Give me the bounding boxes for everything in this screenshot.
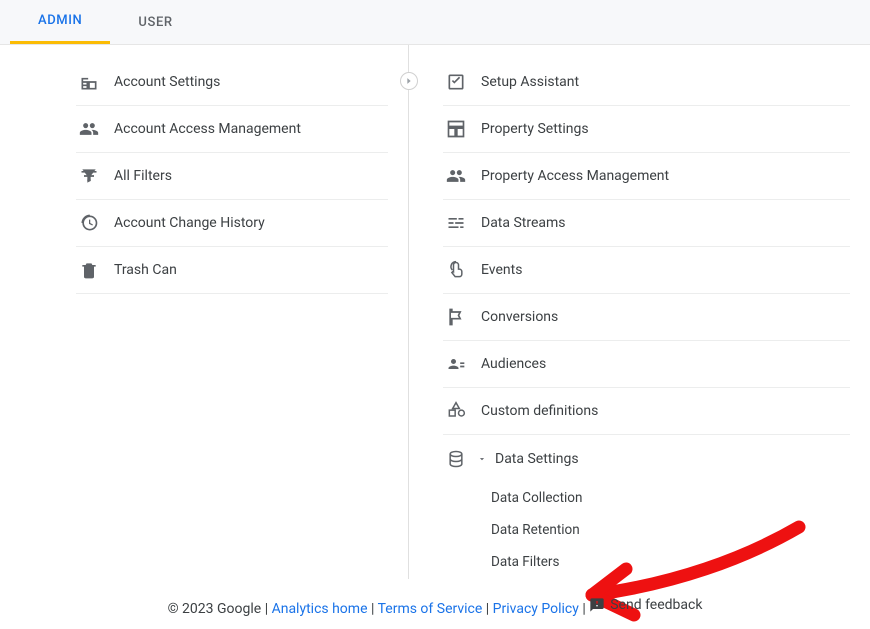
column-collapse-button[interactable] xyxy=(400,72,418,90)
tab-user[interactable]: USER xyxy=(110,0,200,44)
flag-icon xyxy=(445,306,467,328)
footer-link-privacy[interactable]: Privacy Policy xyxy=(493,601,579,617)
nav-label: Account Settings xyxy=(114,74,220,90)
nav-label: Data Streams xyxy=(481,215,566,231)
audience-icon xyxy=(445,353,467,375)
nav-property-access-management[interactable]: Property Access Management xyxy=(443,153,850,200)
nav-setup-assistant[interactable]: Setup Assistant xyxy=(443,59,850,106)
checkbox-icon xyxy=(445,71,467,93)
database-icon xyxy=(445,448,467,470)
nav-label: Account Access Management xyxy=(114,121,301,137)
shapes-icon xyxy=(445,400,467,422)
footer-link-analytics-home[interactable]: Analytics home xyxy=(272,601,368,617)
nav-conversions[interactable]: Conversions xyxy=(443,294,850,341)
streams-icon xyxy=(445,212,467,234)
nav-label: Conversions xyxy=(481,309,558,325)
nav-label: Account Change History xyxy=(114,215,265,231)
funnel-icon xyxy=(78,165,100,187)
nav-label: All Filters xyxy=(114,168,172,184)
nav-label: Setup Assistant xyxy=(481,74,579,90)
tab-admin[interactable]: ADMIN xyxy=(10,0,110,44)
nav-data-streams[interactable]: Data Streams xyxy=(443,200,850,247)
layout-icon xyxy=(445,118,467,140)
nav-data-settings[interactable]: Data Settings xyxy=(443,435,850,482)
history-icon xyxy=(78,212,100,234)
feedback-icon xyxy=(589,597,605,613)
nav-account-settings[interactable]: Account Settings xyxy=(76,59,388,106)
footer-send-feedback[interactable]: Send feedback xyxy=(589,597,702,613)
data-settings-submenu: Data Collection Data Retention Data Filt… xyxy=(443,482,850,578)
nav-label: Property Access Management xyxy=(481,168,669,184)
property-column: Setup Assistant Property Settings Proper… xyxy=(408,45,870,579)
people-icon xyxy=(78,118,100,140)
building-icon xyxy=(78,71,100,93)
account-column: Account Settings Account Access Manageme… xyxy=(0,45,408,579)
trash-icon xyxy=(78,259,100,281)
nav-property-settings[interactable]: Property Settings xyxy=(443,106,850,153)
nav-label: Trash Can xyxy=(114,262,177,278)
subnav-data-retention[interactable]: Data Retention xyxy=(491,514,850,546)
top-tabs: ADMIN USER xyxy=(0,0,870,45)
caret-down-icon xyxy=(477,449,487,468)
footer-copyright: © 2023 Google xyxy=(168,601,262,617)
nav-label: Custom definitions xyxy=(481,403,598,419)
nav-trash-can[interactable]: Trash Can xyxy=(76,247,388,294)
subnav-data-filters[interactable]: Data Filters xyxy=(491,546,850,578)
footer-feedback-label: Send feedback xyxy=(610,597,702,613)
nav-label: Events xyxy=(481,262,522,278)
footer: © 2023 Google | Analytics home | Terms o… xyxy=(0,597,870,617)
nav-label: Property Settings xyxy=(481,121,589,137)
nav-all-filters[interactable]: All Filters xyxy=(76,153,388,200)
nav-account-access-management[interactable]: Account Access Management xyxy=(76,106,388,153)
tap-icon xyxy=(445,259,467,281)
nav-label: Data Settings xyxy=(495,451,579,467)
footer-link-terms[interactable]: Terms of Service xyxy=(378,601,483,617)
people-icon xyxy=(445,165,467,187)
nav-events[interactable]: Events xyxy=(443,247,850,294)
nav-custom-definitions[interactable]: Custom definitions xyxy=(443,388,850,435)
subnav-data-collection[interactable]: Data Collection xyxy=(491,482,850,514)
nav-audiences[interactable]: Audiences xyxy=(443,341,850,388)
nav-label: Audiences xyxy=(481,356,546,372)
nav-account-change-history[interactable]: Account Change History xyxy=(76,200,388,247)
admin-content: Account Settings Account Access Manageme… xyxy=(0,45,870,579)
